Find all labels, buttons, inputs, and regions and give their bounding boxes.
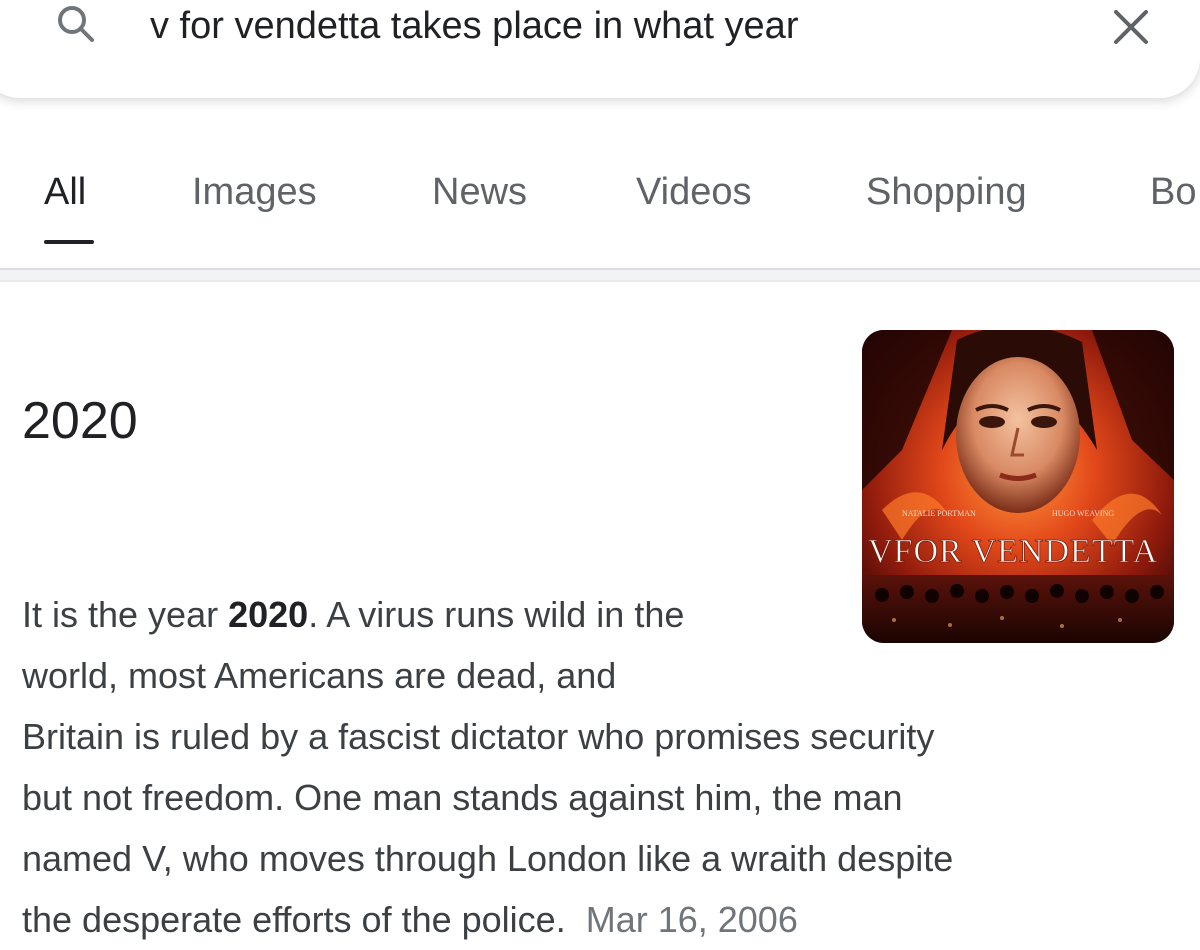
search-tabs: All Images News Videos Shopping Bo [0, 166, 1200, 226]
snippet-line: named V, who moves through London like a… [22, 838, 954, 879]
tab-videos[interactable]: Videos [636, 166, 752, 218]
close-icon[interactable] [1108, 4, 1154, 50]
snippet-line: Britain is ruled by a fascist dictator w… [22, 716, 935, 757]
search-icon[interactable] [54, 2, 100, 48]
snippet-line: but not freedom. One man stands against … [22, 777, 903, 818]
poster-credit-right: HUGO WEAVING [1052, 509, 1114, 518]
search-input[interactable]: v for vendetta takes place in what year [150, 4, 798, 48]
answer-snippet: It is the year 2020. A virus runs wild i… [22, 584, 1152, 950]
section-divider [0, 268, 1200, 282]
search-bar[interactable]: v for vendetta takes place in what year [0, 0, 1200, 98]
snippet-line: world, most Americans are dead, and [22, 655, 617, 696]
snippet-line: the desperate efforts of the police. Mar… [22, 899, 798, 940]
poster-credit-left: NATALIE PORTMAN [902, 509, 976, 518]
snippet-line: It is the year 2020. A virus runs wild i… [22, 594, 685, 635]
snippet-highlight: 2020 [228, 594, 309, 635]
poster-title: VFOR VENDETTA [868, 533, 1158, 570]
tab-shopping[interactable]: Shopping [866, 166, 1027, 218]
answer-title: 2020 [22, 392, 138, 450]
snippet-date: Mar 16, 2006 [585, 899, 798, 940]
tab-books[interactable]: Bo [1150, 166, 1196, 218]
tab-news[interactable]: News [432, 166, 527, 218]
active-tab-indicator [44, 240, 94, 244]
tab-all[interactable]: All [44, 166, 86, 218]
tab-images[interactable]: Images [192, 166, 317, 218]
